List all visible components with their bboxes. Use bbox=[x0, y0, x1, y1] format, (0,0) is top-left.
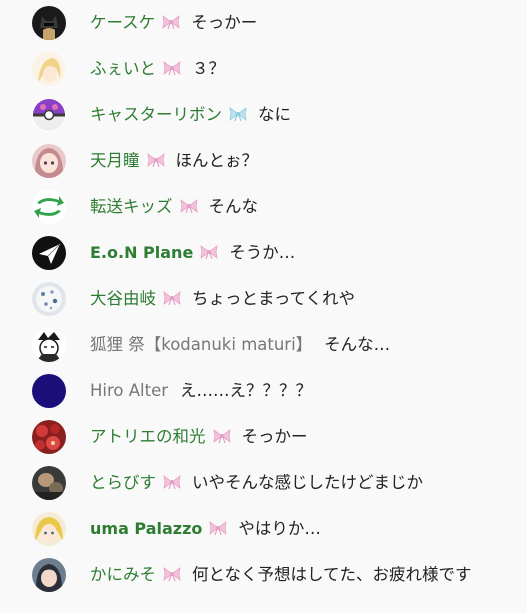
pink-ribbon-icon bbox=[179, 198, 199, 214]
chat-message: アトリエの和光 そっかー bbox=[0, 414, 527, 460]
chat-message: ケースケ そっかー bbox=[0, 0, 527, 46]
red-flowers-avatar[interactable] bbox=[32, 420, 66, 454]
message-text: え……え？？？？ bbox=[180, 381, 313, 400]
pink-ribbon-icon bbox=[199, 244, 219, 260]
chat-list: ケースケそっかー ふぇいと３？ キャスターリボンなに 天月瞳ほんとぉ？ bbox=[0, 0, 527, 612]
author-name[interactable]: Hiro Alter bbox=[90, 381, 168, 400]
chat-message: E.o.N Plane そうか… bbox=[0, 230, 527, 276]
pink-ribbon-icon bbox=[162, 290, 182, 306]
chat-message: かにみそ 何となく予想はしてた、お疲れ様です bbox=[0, 552, 527, 612]
purple-sphere-avatar[interactable] bbox=[32, 98, 66, 132]
author-name[interactable]: とらびす bbox=[90, 473, 156, 492]
batman-avatar[interactable] bbox=[32, 6, 66, 40]
pink-hair-anime-avatar[interactable] bbox=[32, 144, 66, 178]
author-name[interactable]: 天月瞳 bbox=[90, 151, 140, 170]
author-name[interactable]: アトリエの和光 bbox=[90, 427, 206, 446]
message-text: そうか… bbox=[229, 243, 296, 262]
navy-circle-avatar[interactable] bbox=[32, 374, 66, 408]
chat-message: 狐狸 祭【kodanuki maturi】 そんな… bbox=[0, 322, 527, 368]
author-name[interactable]: 転送キッズ bbox=[90, 197, 173, 216]
green-arrows-avatar[interactable] bbox=[32, 190, 66, 224]
message-text: そっかー bbox=[191, 13, 258, 32]
message-text: いやそんな感じしたけどまじか bbox=[192, 473, 423, 492]
author-name[interactable]: ふぇいと bbox=[90, 59, 156, 78]
message-text: そんな bbox=[208, 197, 259, 216]
author-name[interactable]: ケースケ bbox=[90, 13, 155, 32]
message-text: ちょっとまってくれや bbox=[192, 289, 356, 308]
author-name[interactable]: キャスターリボン bbox=[90, 105, 222, 124]
dotted-white-avatar[interactable] bbox=[32, 282, 66, 316]
pink-ribbon-icon bbox=[162, 566, 182, 582]
dark-photo-avatar[interactable] bbox=[32, 466, 66, 500]
chat-message: ふぇいと ３？ bbox=[0, 46, 527, 92]
message-text: やはりか… bbox=[238, 519, 321, 538]
author-name[interactable]: 狐狸 祭【kodanuki maturi】 bbox=[90, 335, 312, 354]
chat-message: 大谷由岐 ちょっとまってくれや bbox=[0, 276, 527, 322]
dark-hair-avatar[interactable] bbox=[32, 558, 66, 592]
message-text: そっかー bbox=[241, 427, 308, 446]
chat-message: 転送キッズ そんな bbox=[0, 184, 527, 230]
blue-ribbon-icon bbox=[228, 106, 248, 122]
message-text: そんな… bbox=[324, 335, 391, 354]
paper-plane-avatar[interactable] bbox=[32, 236, 66, 270]
chat-message: 天月瞳 ほんとぉ？ bbox=[0, 138, 527, 184]
message-text: ３？ bbox=[192, 59, 225, 78]
message-text: なに bbox=[258, 105, 291, 124]
chat-message: Hiro Alter え……え？？？？ bbox=[0, 368, 527, 414]
message-text: ほんとぉ？ bbox=[175, 151, 259, 170]
chat-message: キャスターリボン なに bbox=[0, 92, 527, 138]
pink-ribbon-icon bbox=[161, 14, 181, 30]
pink-ribbon-icon bbox=[162, 474, 182, 490]
message-text: 何となく予想はしてた、お疲れ様です bbox=[192, 565, 472, 584]
author-name[interactable]: かにみそ bbox=[90, 565, 156, 584]
pink-ribbon-icon bbox=[162, 60, 182, 76]
sketch-character-avatar[interactable] bbox=[32, 328, 66, 362]
author-name[interactable]: uma Palazzo bbox=[90, 519, 202, 538]
author-name[interactable]: 大谷由岐 bbox=[90, 289, 156, 308]
blonde-anime-avatar[interactable] bbox=[32, 52, 66, 86]
chat-message: uma Palazzo やはりか… bbox=[0, 506, 527, 552]
pink-ribbon-icon bbox=[212, 428, 232, 444]
pink-ribbon-icon bbox=[208, 520, 228, 536]
yellow-anime-avatar[interactable] bbox=[32, 512, 66, 546]
pink-ribbon-icon bbox=[146, 152, 166, 168]
chat-message: とらびす いやそんな感じしたけどまじか bbox=[0, 460, 527, 506]
author-name[interactable]: E.o.N Plane bbox=[90, 243, 193, 262]
